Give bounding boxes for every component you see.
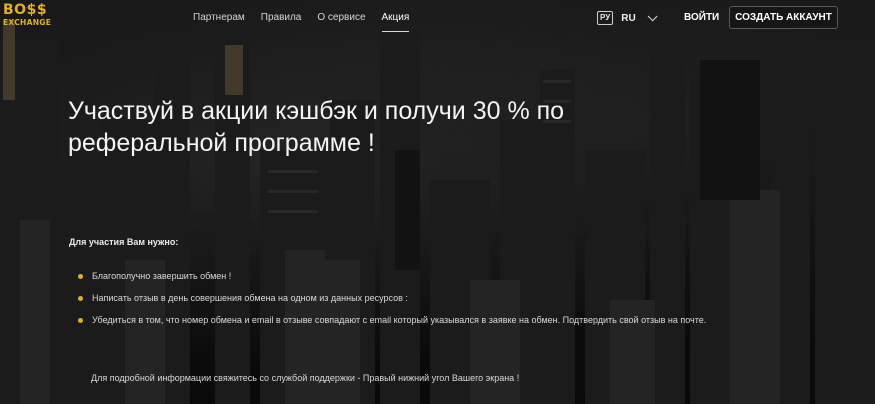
language-selector[interactable]: РУ RU: [597, 10, 658, 25]
nav-item-about[interactable]: О сервисе: [317, 12, 365, 24]
list-item: Убедиться в том, что номер обмена и emai…: [78, 314, 768, 327]
login-button[interactable]: ВОЙТИ: [684, 12, 719, 23]
logo-line-1: BO$$: [3, 2, 48, 18]
language-badge: РУ: [597, 11, 614, 25]
main-nav: Партнерам Правила О сервисе Акция: [193, 12, 425, 32]
logo-line-2: EXCHANGE: [3, 18, 52, 27]
support-note: Для подробной информации свяжитесь со сл…: [91, 373, 520, 383]
city-background-image: [0, 0, 875, 404]
create-account-button[interactable]: СОЗДАТЬ АККАУНТ: [729, 6, 838, 29]
list-item: Написать отзыв в день совершения обмена …: [78, 292, 768, 305]
chevron-down-icon: [647, 10, 658, 21]
requirement-text: Убедиться в том, что номер обмена и emai…: [92, 315, 707, 325]
language-code: RU: [621, 12, 636, 24]
bullet-icon: [78, 296, 83, 301]
requirements-title: Для участия Вам нужно:: [69, 237, 179, 247]
hero-title: Участвуй в акции кэшбэк и получи 30 % по…: [68, 97, 565, 157]
bullet-icon: [78, 274, 83, 279]
nav-item-rules[interactable]: Правила: [261, 12, 302, 24]
bullet-icon: [78, 318, 83, 323]
requirement-text: Благополучно завершить обмен !: [92, 271, 232, 281]
nav-item-promo[interactable]: Акция: [381, 12, 409, 32]
top-header: BO$$ EXCHANGE Партнерам Правила О сервис…: [0, 0, 875, 36]
brand-logo[interactable]: BO$$ EXCHANGE: [3, 3, 53, 31]
requirements-list: Благополучно завершить обмен ! Написать …: [78, 270, 768, 336]
requirement-text: Написать отзыв в день совершения обмена …: [92, 293, 408, 303]
nav-item-partners[interactable]: Партнерам: [193, 12, 245, 24]
list-item: Благополучно завершить обмен !: [78, 270, 768, 283]
